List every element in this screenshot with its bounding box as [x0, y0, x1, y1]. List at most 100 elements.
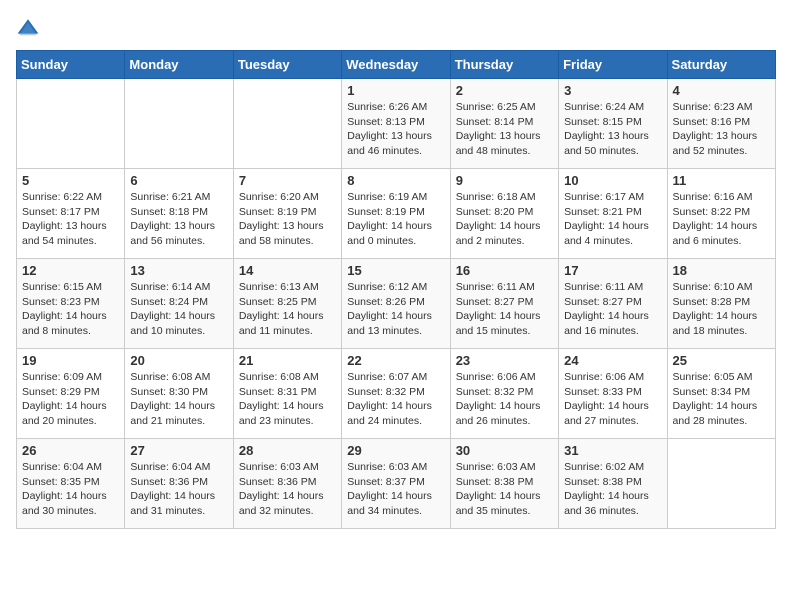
day-info: Sunrise: 6:04 AM Sunset: 8:35 PM Dayligh…	[22, 460, 119, 519]
calendar-cell: 16Sunrise: 6:11 AM Sunset: 8:27 PM Dayli…	[450, 259, 558, 349]
calendar-week-1: 1Sunrise: 6:26 AM Sunset: 8:13 PM Daylig…	[17, 79, 776, 169]
calendar-cell: 31 Sunrise: 6:02 AM Sunset: 8:38 PM Dayli…	[559, 439, 667, 529]
calendar-cell: 27 Sunrise: 6:04 AM Sunset: 8:36 PM Dayli…	[125, 439, 233, 529]
calendar-cell	[17, 79, 125, 169]
day-number: 27	[130, 443, 227, 458]
calendar-cell: 13 Sunrise: 6:14 AM Sunset: 8:24 PM Dayli…	[125, 259, 233, 349]
day-info: Sunrise: 6:06 AM Sunset: 8:32 PM Dayligh…	[456, 370, 553, 429]
calendar-week-3: 12 Sunrise: 6:15 AM Sunset: 8:23 PM Dayli…	[17, 259, 776, 349]
day-number: 13	[130, 263, 227, 278]
day-info: Sunrise: 6:09 AM Sunset: 8:29 PM Dayligh…	[22, 370, 119, 429]
calendar-week-2: 5 Sunrise: 6:22 AM Sunset: 8:17 PM Daylig…	[17, 169, 776, 259]
calendar-cell: 5 Sunrise: 6:22 AM Sunset: 8:17 PM Daylig…	[17, 169, 125, 259]
day-number: 15	[347, 263, 444, 278]
day-header-wednesday: Wednesday	[342, 51, 450, 79]
calendar-week-5: 26 Sunrise: 6:04 AM Sunset: 8:35 PM Dayli…	[17, 439, 776, 529]
calendar-cell: 11 Sunrise: 6:16 AM Sunset: 8:22 PM Dayli…	[667, 169, 775, 259]
day-number: 31	[564, 443, 661, 458]
day-number: 4	[673, 83, 770, 98]
calendar-cell: 2Sunrise: 6:25 AM Sunset: 8:14 PM Daylig…	[450, 79, 558, 169]
calendar-cell: 3 Sunrise: 6:24 AM Sunset: 8:15 PM Daylig…	[559, 79, 667, 169]
day-info: Sunrise: 6:10 AM Sunset: 8:28 PM Dayligh…	[673, 280, 770, 339]
day-info: Sunrise: 6:04 AM Sunset: 8:36 PM Dayligh…	[130, 460, 227, 519]
day-number: 21	[239, 353, 336, 368]
day-info: Sunrise: 6:14 AM Sunset: 8:24 PM Dayligh…	[130, 280, 227, 339]
day-number: 10	[564, 173, 661, 188]
calendar-cell: 24 Sunrise: 6:06 AM Sunset: 8:33 PM Dayli…	[559, 349, 667, 439]
calendar-cell: 17 Sunrise: 6:11 AM Sunset: 8:27 PM Dayli…	[559, 259, 667, 349]
day-header-sunday: Sunday	[17, 51, 125, 79]
calendar-cell: 26 Sunrise: 6:04 AM Sunset: 8:35 PM Dayli…	[17, 439, 125, 529]
day-number: 19	[22, 353, 119, 368]
day-header-monday: Monday	[125, 51, 233, 79]
day-info: Sunrise: 6:08 AM Sunset: 8:31 PM Dayligh…	[239, 370, 336, 429]
calendar-cell: 23 Sunrise: 6:06 AM Sunset: 8:32 PM Dayli…	[450, 349, 558, 439]
day-info: Sunrise: 6:18 AM Sunset: 8:20 PM Dayligh…	[456, 190, 553, 249]
day-number: 12	[22, 263, 119, 278]
calendar-week-4: 19 Sunrise: 6:09 AM Sunset: 8:29 PM Dayli…	[17, 349, 776, 439]
calendar-cell: 15 Sunrise: 6:12 AM Sunset: 8:26 PM Dayli…	[342, 259, 450, 349]
day-info: Sunrise: 6:02 AM Sunset: 8:38 PM Dayligh…	[564, 460, 661, 519]
day-number: 14	[239, 263, 336, 278]
day-info: Sunrise: 6:03 AM Sunset: 8:36 PM Dayligh…	[239, 460, 336, 519]
calendar-cell: 14 Sunrise: 6:13 AM Sunset: 8:25 PM Dayli…	[233, 259, 341, 349]
calendar-cell: 9 Sunrise: 6:18 AM Sunset: 8:20 PM Daylig…	[450, 169, 558, 259]
day-number: 23	[456, 353, 553, 368]
calendar-cell	[125, 79, 233, 169]
day-info: Sunrise: 6:24 AM Sunset: 8:15 PM Dayligh…	[564, 100, 661, 159]
calendar-cell	[667, 439, 775, 529]
day-info: Sunrise: 6:12 AM Sunset: 8:26 PM Dayligh…	[347, 280, 444, 339]
day-number: 5	[22, 173, 119, 188]
day-info: Sunrise: 6:22 AM Sunset: 8:17 PM Dayligh…	[22, 190, 119, 249]
calendar-cell: 28 Sunrise: 6:03 AM Sunset: 8:36 PM Dayli…	[233, 439, 341, 529]
calendar-cell: 1Sunrise: 6:26 AM Sunset: 8:13 PM Daylig…	[342, 79, 450, 169]
day-number: 9	[456, 173, 553, 188]
day-header-thursday: Thursday	[450, 51, 558, 79]
day-info: Sunrise: 6:23 AM Sunset: 8:16 PM Dayligh…	[673, 100, 770, 159]
calendar-cell: 30Sunrise: 6:03 AM Sunset: 8:38 PM Dayli…	[450, 439, 558, 529]
calendar-header: SundayMondayTuesdayWednesdayThursdayFrid…	[17, 51, 776, 79]
logo	[16, 16, 44, 40]
calendar-cell: 10 Sunrise: 6:17 AM Sunset: 8:21 PM Dayli…	[559, 169, 667, 259]
day-info: Sunrise: 6:11 AM Sunset: 8:27 PM Dayligh…	[564, 280, 661, 339]
day-info: Sunrise: 6:07 AM Sunset: 8:32 PM Dayligh…	[347, 370, 444, 429]
logo-icon	[16, 16, 40, 40]
calendar-cell: 29 Sunrise: 6:03 AM Sunset: 8:37 PM Dayli…	[342, 439, 450, 529]
calendar-cell: 12 Sunrise: 6:15 AM Sunset: 8:23 PM Dayli…	[17, 259, 125, 349]
day-number: 26	[22, 443, 119, 458]
day-number: 20	[130, 353, 227, 368]
day-number: 29	[347, 443, 444, 458]
day-info: Sunrise: 6:05 AM Sunset: 8:34 PM Dayligh…	[673, 370, 770, 429]
day-number: 28	[239, 443, 336, 458]
day-number: 6	[130, 173, 227, 188]
day-number: 16	[456, 263, 553, 278]
calendar-cell	[233, 79, 341, 169]
day-header-friday: Friday	[559, 51, 667, 79]
day-number: 8	[347, 173, 444, 188]
calendar-cell: 22 Sunrise: 6:07 AM Sunset: 8:32 PM Dayli…	[342, 349, 450, 439]
day-info: Sunrise: 6:06 AM Sunset: 8:33 PM Dayligh…	[564, 370, 661, 429]
day-info: Sunrise: 6:03 AM Sunset: 8:37 PM Dayligh…	[347, 460, 444, 519]
day-info: Sunrise: 6:08 AM Sunset: 8:30 PM Dayligh…	[130, 370, 227, 429]
calendar-cell: 21 Sunrise: 6:08 AM Sunset: 8:31 PM Dayli…	[233, 349, 341, 439]
day-number: 11	[673, 173, 770, 188]
calendar-cell: 4 Sunrise: 6:23 AM Sunset: 8:16 PM Daylig…	[667, 79, 775, 169]
day-number: 24	[564, 353, 661, 368]
day-info: Sunrise: 6:19 AM Sunset: 8:19 PM Dayligh…	[347, 190, 444, 249]
day-number: 2	[456, 83, 553, 98]
calendar: SundayMondayTuesdayWednesdayThursdayFrid…	[16, 50, 776, 529]
calendar-cell: 20 Sunrise: 6:08 AM Sunset: 8:30 PM Dayli…	[125, 349, 233, 439]
day-number: 22	[347, 353, 444, 368]
day-number: 17	[564, 263, 661, 278]
day-info: Sunrise: 6:21 AM Sunset: 8:18 PM Dayligh…	[130, 190, 227, 249]
day-info: Sunrise: 6:17 AM Sunset: 8:21 PM Dayligh…	[564, 190, 661, 249]
day-info: Sunrise: 6:15 AM Sunset: 8:23 PM Dayligh…	[22, 280, 119, 339]
day-info: Sunrise: 6:13 AM Sunset: 8:25 PM Dayligh…	[239, 280, 336, 339]
day-info: Sunrise: 6:16 AM Sunset: 8:22 PM Dayligh…	[673, 190, 770, 249]
day-number: 7	[239, 173, 336, 188]
calendar-cell: 6 Sunrise: 6:21 AM Sunset: 8:18 PM Daylig…	[125, 169, 233, 259]
day-number: 30	[456, 443, 553, 458]
calendar-cell: 18Sunrise: 6:10 AM Sunset: 8:28 PM Dayli…	[667, 259, 775, 349]
day-number: 3	[564, 83, 661, 98]
calendar-cell: 8 Sunrise: 6:19 AM Sunset: 8:19 PM Daylig…	[342, 169, 450, 259]
